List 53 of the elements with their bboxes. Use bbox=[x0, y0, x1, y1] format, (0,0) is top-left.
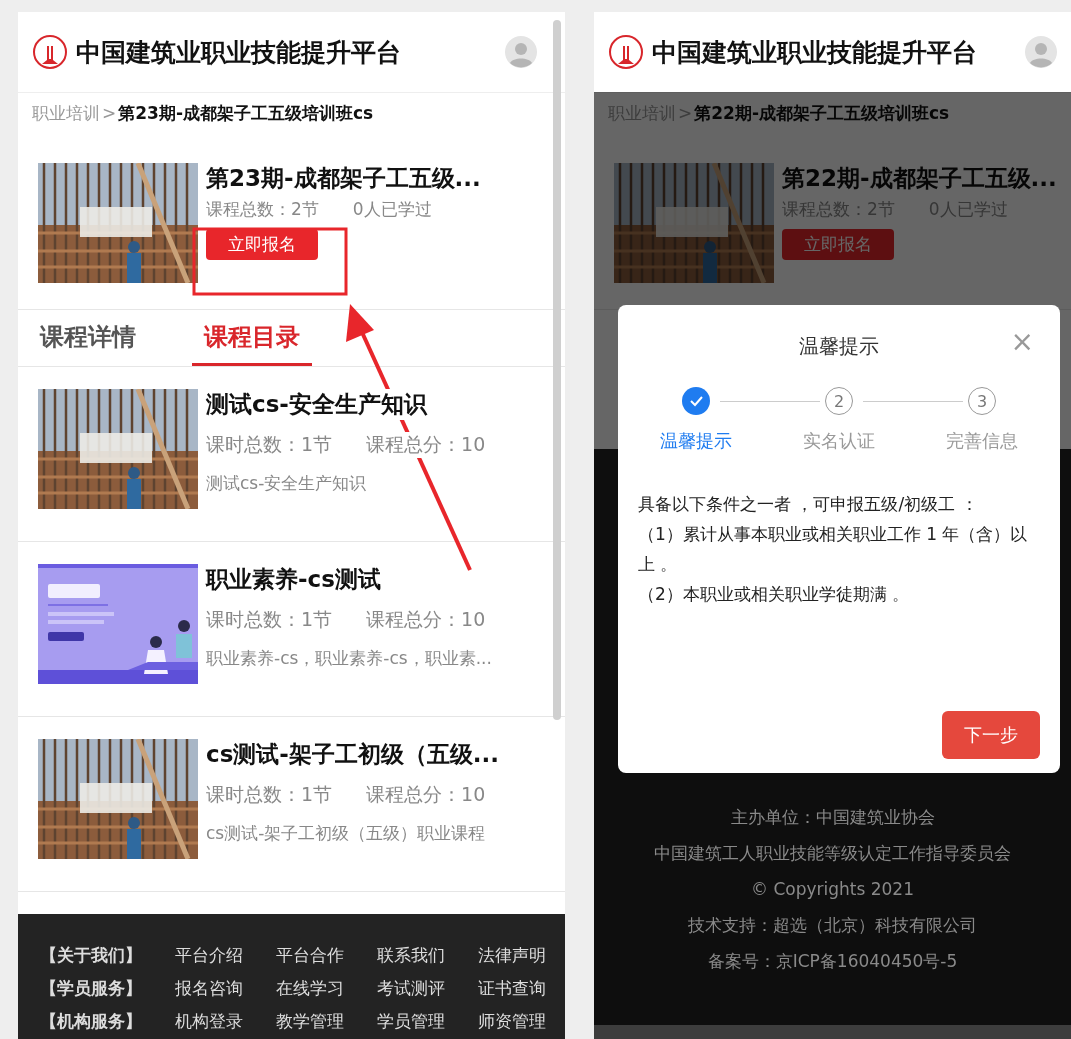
footer-info: 中国建筑工人职业技能等级认定工作指导委员会 bbox=[654, 842, 1011, 865]
step-label: 完善信息 bbox=[946, 429, 1018, 453]
site-title: 中国建筑业职业技能提升平台 bbox=[652, 36, 977, 69]
dialog-text: 具备以下条件之一者 ，可申报五级/初级工 ： bbox=[638, 493, 979, 516]
footer-link[interactable]: 证书查询 bbox=[478, 977, 553, 1000]
lesson-title[interactable]: cs测试-架子工初级（五级... bbox=[206, 739, 500, 770]
footer-link[interactable]: 机构登录 bbox=[175, 1010, 250, 1033]
footer-link[interactable]: 师资管理 bbox=[478, 1010, 553, 1033]
footer-link[interactable]: 平台介绍 bbox=[175, 944, 250, 967]
step-label: 实名认证 bbox=[803, 429, 875, 453]
lesson-title[interactable]: 测试cs-安全生产知识 bbox=[206, 389, 427, 420]
lesson-description: cs测试-架子工初级（五级）职业课程 bbox=[206, 822, 487, 845]
lesson-score: 课程总分：10 bbox=[366, 432, 486, 458]
footer-category: 【机构服务】 bbox=[40, 1010, 143, 1033]
footer-link[interactable]: 法律声明 bbox=[478, 944, 553, 967]
footer-link[interactable]: 考试测评 bbox=[377, 977, 452, 1000]
footer-info: 技术支持：超选（北京）科技有限公司 bbox=[688, 914, 977, 937]
footer-link[interactable]: 平台合作 bbox=[276, 944, 351, 967]
footer-link[interactable]: 联系我们 bbox=[377, 944, 452, 967]
footer-category: 【关于我们】 bbox=[40, 944, 143, 967]
dialog-text: （1）累计从事本职业或相关职业工作 1 年（含）以上 。 bbox=[638, 523, 1029, 576]
breadcrumb-separator: > bbox=[678, 103, 693, 123]
footer-link[interactable]: 学员管理 bbox=[377, 1010, 452, 1033]
site-title: 中国建筑业职业技能提升平台 bbox=[76, 36, 401, 69]
course-title: 第23期-成都架子工五级... bbox=[206, 164, 481, 193]
scrollbar[interactable] bbox=[553, 20, 561, 720]
lesson-count: 课程总数：2节 bbox=[206, 198, 319, 221]
avatar-icon[interactable] bbox=[505, 36, 537, 68]
step-label: 温馨提示 bbox=[660, 429, 732, 453]
breadcrumb-current: 第23期-成都架子工五级培训班cs bbox=[118, 101, 374, 125]
tab[interactable]: 课程详情 bbox=[40, 310, 148, 366]
lesson-description: 测试cs-安全生产知识 bbox=[206, 472, 368, 495]
footer-link[interactable]: 报名咨询 bbox=[175, 977, 250, 1000]
dialog-title: 温馨提示 bbox=[799, 332, 879, 360]
avatar-icon[interactable] bbox=[1025, 36, 1057, 68]
footer-link[interactable]: 在线学习 bbox=[276, 977, 351, 1000]
step-number: 3 bbox=[968, 387, 996, 415]
logo-icon bbox=[32, 34, 68, 70]
tab[interactable]: 课程目录 bbox=[192, 310, 312, 366]
enroll-button[interactable]: 立即报名 bbox=[206, 229, 318, 260]
lesson-description: 职业素养-cs，职业素养-cs，职业素... bbox=[206, 647, 492, 670]
breadcrumb-separator: > bbox=[102, 103, 117, 123]
dialog-text: （2）本职业或相关职业学徒期满 。 bbox=[638, 583, 911, 606]
footer-info: © Copyrights 2021 bbox=[751, 878, 914, 901]
footer-info: 备案号：京ICP备16040450号-5 bbox=[707, 950, 958, 973]
next-button[interactable]: 下一步 bbox=[942, 711, 1040, 759]
step-number: 2 bbox=[825, 387, 853, 415]
footer-info: 主办单位：中国建筑业协会 bbox=[730, 806, 935, 829]
footer-category: 【学员服务】 bbox=[40, 977, 143, 1000]
learner-count: 0人已学过 bbox=[352, 198, 432, 221]
logo-icon bbox=[608, 34, 644, 70]
footer-link[interactable]: 教学管理 bbox=[276, 1010, 351, 1033]
breadcrumb-current: 第22期-成都架子工五级培训班cs bbox=[694, 101, 950, 125]
